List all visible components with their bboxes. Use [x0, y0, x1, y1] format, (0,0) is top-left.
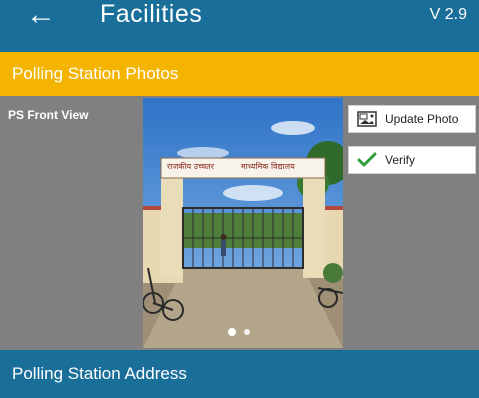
carousel-dot-active[interactable]	[228, 328, 236, 336]
photo-panel: PS Front View राजकीय उच्चतर माध्यमिक विद…	[0, 96, 479, 350]
checkmark-icon	[355, 150, 379, 170]
carousel-dot[interactable]	[244, 329, 250, 335]
verify-label: Verify	[385, 153, 416, 167]
page-title: Facilities	[100, 0, 203, 28]
polling-station-photo[interactable]: राजकीय उच्चतर माध्यमिक विद्यालय	[143, 98, 343, 348]
section-header-photos[interactable]: Polling Station Photos	[0, 52, 479, 96]
arrow-left-icon[interactable]: ←	[26, 0, 56, 30]
gate-sign-right: माध्यमिक विद्यालय	[241, 162, 295, 171]
update-photo-button[interactable]: Update Photo	[348, 105, 476, 133]
section-header-address[interactable]: Polling Station Address	[0, 350, 479, 398]
carousel-indicator	[228, 328, 250, 336]
gate-sign-left: राजकीय उच्चतर	[167, 162, 214, 171]
app-header: ← Facilities V 2.9	[0, 0, 479, 52]
ps-front-view-label: PS Front View	[8, 108, 89, 122]
verify-button[interactable]: Verify	[348, 146, 476, 174]
update-photo-label: Update Photo	[385, 112, 459, 126]
app-version: V 2.9	[429, 6, 467, 23]
image-icon	[355, 109, 379, 129]
